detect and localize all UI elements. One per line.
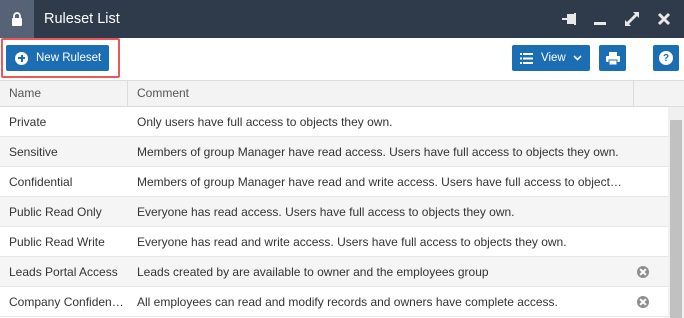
table-row[interactable]: Sensitive Members of group Manager have … [0,137,668,167]
window-title: Ruleset List [44,11,120,27]
list-icon [520,52,533,64]
ruleset-comment: Only users have full access to objects t… [137,115,393,129]
view-button[interactable]: View [512,45,590,71]
close-icon[interactable] [654,9,674,29]
table-row[interactable]: Leads Portal Access Leads created by are… [0,257,668,287]
view-label: View [541,52,566,64]
table-row[interactable]: Confidential Members of group Manager ha… [0,167,668,197]
lock-icon [0,0,34,38]
ruleset-comment: Members of group Manager have read and w… [137,175,627,189]
ruleset-comment: All employees can read and modify record… [137,295,558,309]
table-header: Name Comment [0,80,684,107]
minimize-icon[interactable] [590,9,610,29]
ruleset-name: Private [9,115,47,129]
remove-icon[interactable] [637,266,649,278]
scrollbar-thumb[interactable] [670,120,682,318]
ruleset-name: Company Confidential [9,295,124,309]
printer-icon [605,51,620,65]
ruleset-name: Confidential [9,175,73,189]
help-icon: ? [659,51,673,65]
table-row[interactable]: Public Read Only Everyone has read acces… [0,197,668,227]
help-button[interactable]: ? [653,45,679,71]
table-row[interactable]: Company Confidential All employees can r… [0,287,668,317]
ruleset-name: Public Read Only [9,205,102,219]
ruleset-name: Sensitive [9,145,58,159]
ruleset-comment: Leads created by are available to owner … [137,265,489,279]
table-row[interactable]: Private Only users have full access to o… [0,107,668,137]
ruleset-name: Leads Portal Access [9,265,118,279]
column-header-comment[interactable]: Comment [128,81,634,106]
new-ruleset-label: New Ruleset [36,52,102,64]
print-button[interactable] [599,45,626,71]
remove-icon[interactable] [637,296,649,308]
plus-circle-icon [15,51,28,65]
new-ruleset-button[interactable]: New Ruleset [6,45,109,71]
table-row[interactable]: Public Read Write Everyone has read and … [0,227,668,257]
ruleset-comment: Members of group Manager have read acces… [137,145,619,159]
pin-icon[interactable] [560,9,580,29]
caret-down-icon [573,55,582,61]
column-header-name[interactable]: Name [0,81,128,106]
ruleset-name: Public Read Write [9,235,105,249]
column-header-actions [634,81,668,106]
ruleset-comment: Everyone has read and write access. User… [137,235,567,249]
ruleset-comment: Everyone has read access. Users have ful… [137,205,515,219]
maximize-icon[interactable] [622,9,642,29]
